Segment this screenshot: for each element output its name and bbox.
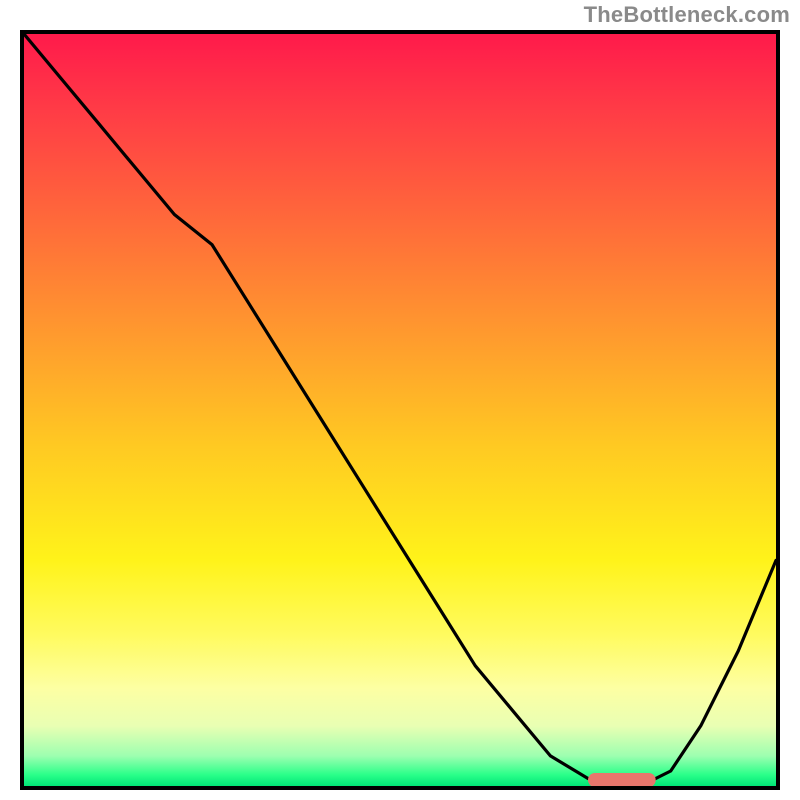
watermark-text: TheBottleneck.com [584, 2, 790, 28]
chart-container: TheBottleneck.com [0, 0, 800, 800]
plot-overlay [24, 34, 776, 786]
optimal-range-marker [588, 773, 656, 786]
bottleneck-curve [24, 34, 776, 786]
plot-frame [20, 30, 780, 790]
